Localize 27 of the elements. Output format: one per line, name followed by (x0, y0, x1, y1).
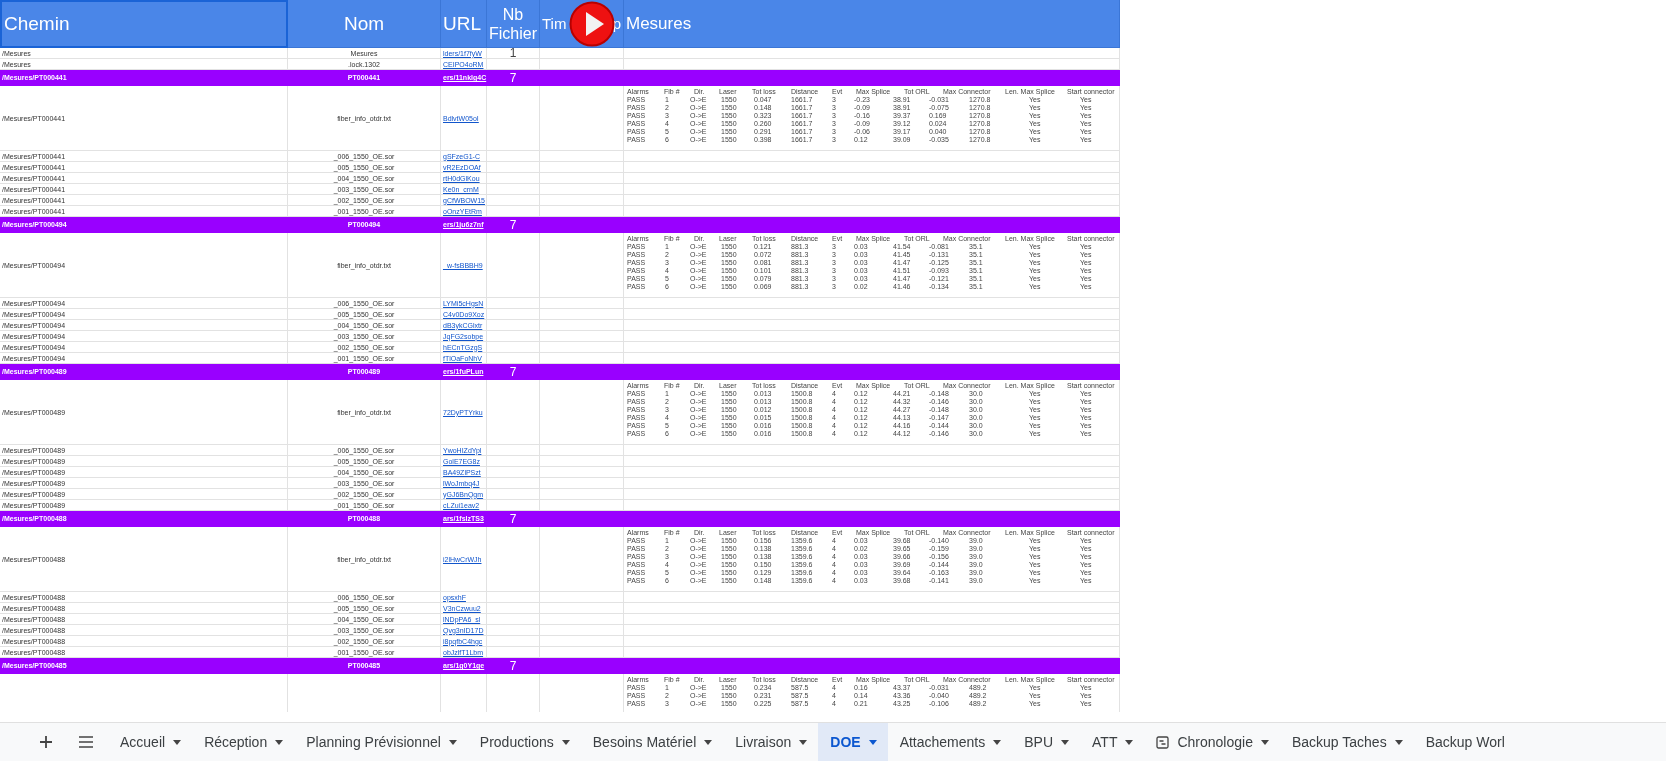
table-cell: 7 (509, 658, 517, 673)
sheet-tab[interactable]: Attachements (887, 723, 1013, 761)
sheet-tab[interactable]: ATT (1080, 723, 1145, 761)
sheet-tab[interactable]: Planning Prévisionnel (294, 723, 468, 761)
sheet-tab[interactable]: DOE (818, 723, 888, 761)
column-header: Tim (542, 15, 567, 32)
table-cell: 7 (509, 364, 517, 379)
sheet-tab[interactable]: Backup Worl (1413, 723, 1516, 761)
table-cell: 7 (509, 70, 517, 85)
column-header: URL (443, 12, 481, 35)
sheet-tab[interactable]: Besoins Matériel (580, 723, 724, 761)
table-cell: 7 (509, 511, 517, 526)
chart-icon (1156, 735, 1170, 749)
play-icon[interactable] (569, 1, 615, 47)
sheet-tab[interactable]: Réception (192, 723, 295, 761)
table-cell: 7 (509, 217, 517, 232)
column-header: Mesures (626, 13, 692, 34)
sheet-tab[interactable]: BPU (1012, 723, 1081, 761)
sheet-tab[interactable]: Chronologie (1144, 723, 1280, 761)
column-header: Nb Fichier (489, 4, 537, 43)
table-cell: 1 (509, 46, 517, 60)
column-header: Nom (343, 12, 385, 35)
sheet-tab[interactable]: Backup Taches (1279, 723, 1414, 761)
sheet-tab[interactable]: Accueil (108, 723, 193, 761)
sheet-tab[interactable]: Livraison (723, 723, 819, 761)
column-header: Chemin (4, 13, 70, 35)
sheet-tab[interactable]: Productions (467, 723, 581, 761)
